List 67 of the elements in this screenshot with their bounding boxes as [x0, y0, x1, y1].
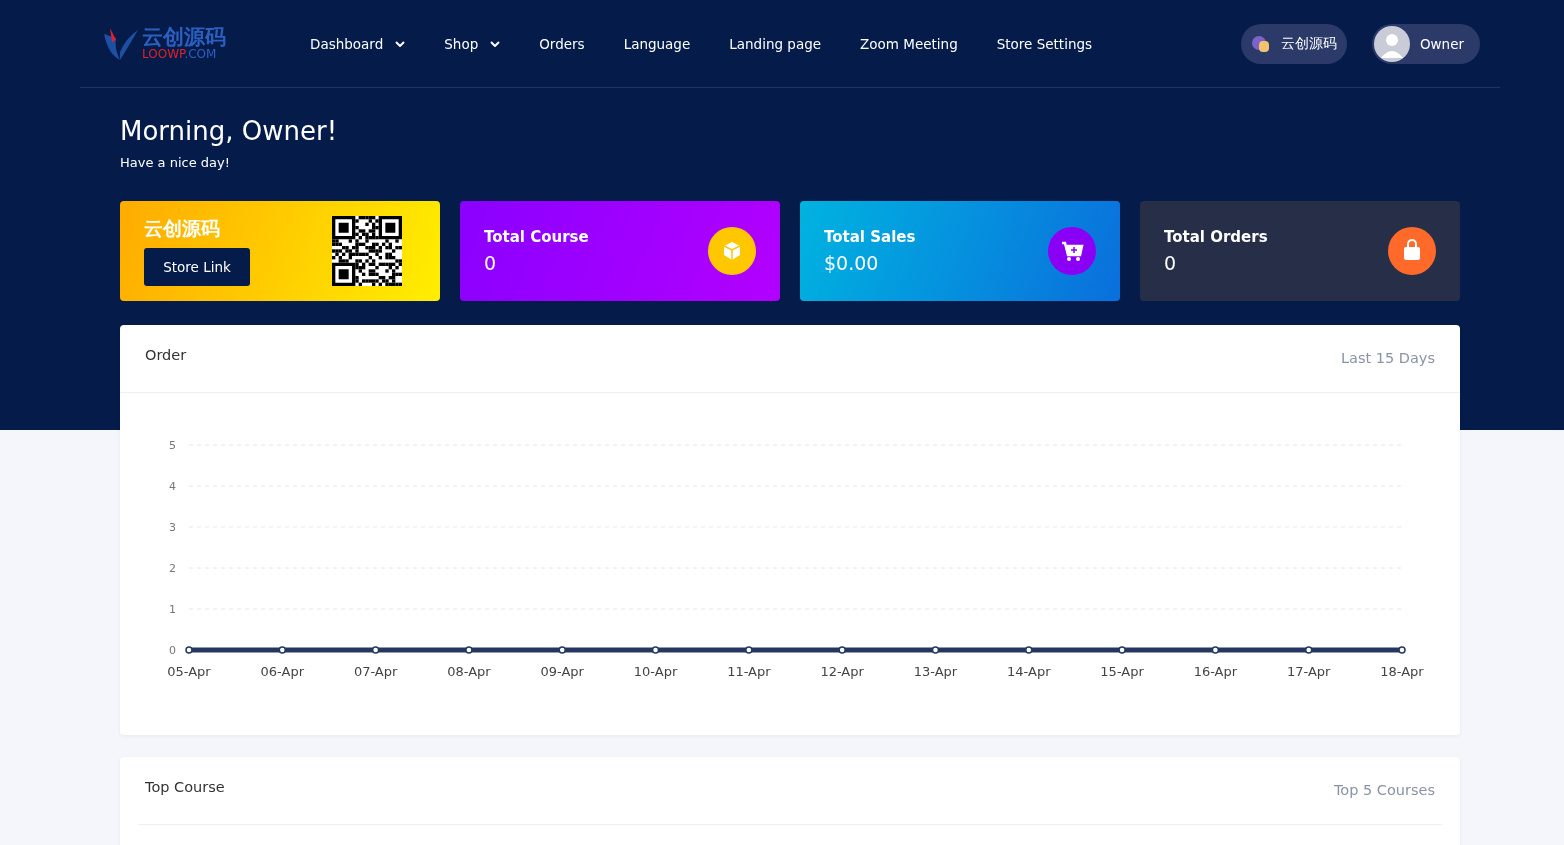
box-icon: [708, 227, 756, 275]
greeting-subtitle: Have a nice day!: [120, 155, 231, 170]
stat-value: 0: [484, 252, 498, 274]
caret-icon: [395, 40, 406, 47]
store-name: 云创源码: [144, 216, 221, 241]
nav-link[interactable]: Store Settings: [996, 35, 1093, 52]
nav-link[interactable]: Shop: [444, 35, 501, 52]
data-point: [1118, 646, 1126, 654]
data-point: [651, 646, 660, 654]
stat-title: Total Course: [484, 228, 589, 246]
x-axis-label: 15-Apr: [1100, 664, 1144, 679]
store-button[interactable]: 云创源码: [1240, 23, 1347, 64]
data-point: [1304, 646, 1313, 654]
data-point: [745, 646, 753, 654]
avatar-icon: [1373, 25, 1410, 62]
nav-link[interactable]: Dashboard: [310, 35, 406, 52]
stat-value: 0: [1164, 252, 1178, 274]
data-point: [558, 646, 566, 654]
panel-title: Order: [145, 347, 187, 363]
x-axis-label: 18-Apr: [1380, 664, 1424, 679]
stat-title: Total Orders: [1164, 228, 1268, 246]
store-link-button[interactable]: Store Link: [144, 248, 250, 286]
logo-domain: LOOWP.COM: [142, 48, 218, 60]
data-point: [838, 646, 846, 654]
data-point: [931, 646, 940, 654]
panel-subtitle: Top 5 Courses: [1333, 782, 1435, 798]
y-axis-label: 1: [169, 603, 176, 616]
shopping-bag-icon: [1388, 227, 1436, 275]
y-axis-label: 3: [169, 521, 176, 534]
nav-link[interactable]: Language: [623, 35, 691, 52]
y-axis-label: 4: [169, 480, 176, 493]
x-axis-label: 11-Apr: [727, 664, 771, 679]
stat-title: Total Sales: [824, 228, 916, 246]
chat-icon: [1250, 33, 1271, 54]
x-axis-label: 07-Apr: [353, 664, 398, 679]
data-point: [1398, 646, 1406, 654]
x-axis-label: 12-Apr: [820, 664, 864, 679]
data-point: [278, 646, 287, 654]
caret-icon: [490, 40, 501, 47]
x-axis-label: 13-Apr: [913, 664, 958, 679]
data-point: [465, 646, 473, 654]
x-axis-label: 16-Apr: [1193, 664, 1238, 679]
nav-link[interactable]: Orders: [539, 35, 585, 52]
cart-icon: [1048, 227, 1096, 275]
greeting-title: Morning, Owner!: [120, 116, 339, 146]
x-axis-label: 09-Apr: [540, 664, 584, 679]
x-axis-label: 05-Apr: [167, 664, 211, 679]
user-menu-button[interactable]: Owner: [1371, 23, 1480, 64]
x-axis-label: 06-Apr: [260, 664, 305, 679]
qr-code-icon: [332, 216, 402, 286]
nav-link[interactable]: Landing page: [729, 35, 822, 52]
y-axis-label: 0: [169, 644, 176, 657]
stat-value: $0.00: [824, 252, 880, 274]
data-point: [1025, 646, 1033, 654]
nav-link[interactable]: Zoom Meeting: [860, 35, 958, 52]
x-axis-label: 10-Apr: [633, 664, 678, 679]
data-point: [371, 646, 380, 654]
x-axis-label: 08-Apr: [447, 664, 491, 679]
x-axis-label: 14-Apr: [1007, 664, 1051, 679]
data-point: [185, 646, 193, 654]
y-axis-label: 5: [169, 439, 176, 452]
x-axis-label: 17-Apr: [1286, 664, 1331, 679]
logo-name: 云创源码: [142, 27, 226, 48]
data-point: [1211, 646, 1220, 654]
date-range-label: Last 15 Days: [1340, 350, 1435, 366]
panel-title: Top Course: [145, 779, 225, 795]
y-axis-label: 2: [169, 562, 176, 575]
